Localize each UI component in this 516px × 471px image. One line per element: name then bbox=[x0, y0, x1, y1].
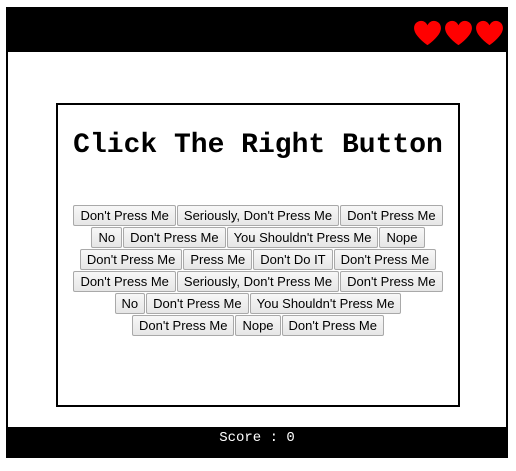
choice-button[interactable]: Don't Press Me bbox=[340, 271, 443, 292]
button-row: Don't Press Me Seriously, Don't Press Me D… bbox=[58, 205, 458, 226]
choice-button[interactable]: No bbox=[91, 227, 123, 248]
choice-button[interactable]: Don't Press Me bbox=[123, 227, 226, 248]
button-row: No Don't Press Me You Shouldn't Press Me No… bbox=[58, 227, 458, 248]
button-row: Don't Press Me Seriously, Don't Press Me D… bbox=[58, 271, 458, 292]
button-row: No Don't Press Me You Shouldn't Press Me bbox=[58, 293, 458, 314]
score-display: Score : 0 bbox=[219, 430, 295, 446]
game-title: Click The Right Button bbox=[73, 130, 443, 161]
choice-button[interactable]: Nope bbox=[379, 227, 425, 248]
game-panel: Click The Right Button Don't Press Me Ser… bbox=[56, 103, 460, 407]
game-frame: Click The Right Button Don't Press Me Ser… bbox=[6, 7, 508, 458]
heart-icon bbox=[445, 20, 472, 46]
bottom-bar: Score : 0 bbox=[8, 427, 506, 456]
choice-button[interactable]: Seriously, Don't Press Me bbox=[176, 205, 340, 226]
choice-button[interactable]: Don't Press Me bbox=[333, 249, 437, 270]
choice-button[interactable]: Don't Press Me bbox=[131, 315, 235, 336]
choice-button[interactable]: Don't Press Me bbox=[340, 205, 443, 226]
button-row: Don't Press Me Press Me Don't Do IT Don't P… bbox=[58, 249, 458, 270]
choice-button[interactable]: Don't Press Me bbox=[73, 205, 176, 226]
choice-button[interactable]: Press Me bbox=[183, 249, 253, 270]
choice-button[interactable]: Don't Press Me bbox=[73, 271, 176, 292]
choice-button[interactable]: Don't Press Me bbox=[146, 293, 249, 314]
choice-button[interactable]: You Shouldn't Press Me bbox=[226, 227, 379, 248]
choice-button[interactable]: You Shouldn't Press Me bbox=[249, 293, 402, 314]
top-bar bbox=[8, 9, 506, 52]
choice-button[interactable]: Don't Press Me bbox=[281, 315, 384, 336]
heart-icon bbox=[414, 20, 441, 46]
lives-indicator bbox=[413, 20, 504, 46]
choice-button[interactable]: Don't Press Me bbox=[79, 249, 183, 270]
choice-button[interactable]: Seriously, Don't Press Me bbox=[176, 271, 340, 292]
button-row: Don't Press Me Nope Don't Press Me bbox=[58, 315, 458, 336]
button-grid: Don't Press Me Seriously, Don't Press Me D… bbox=[58, 205, 458, 336]
choice-button[interactable]: Don't Do IT bbox=[253, 249, 333, 270]
heart-icon bbox=[476, 20, 503, 46]
choice-button[interactable]: No bbox=[114, 293, 146, 314]
choice-button[interactable]: Nope bbox=[235, 315, 281, 336]
